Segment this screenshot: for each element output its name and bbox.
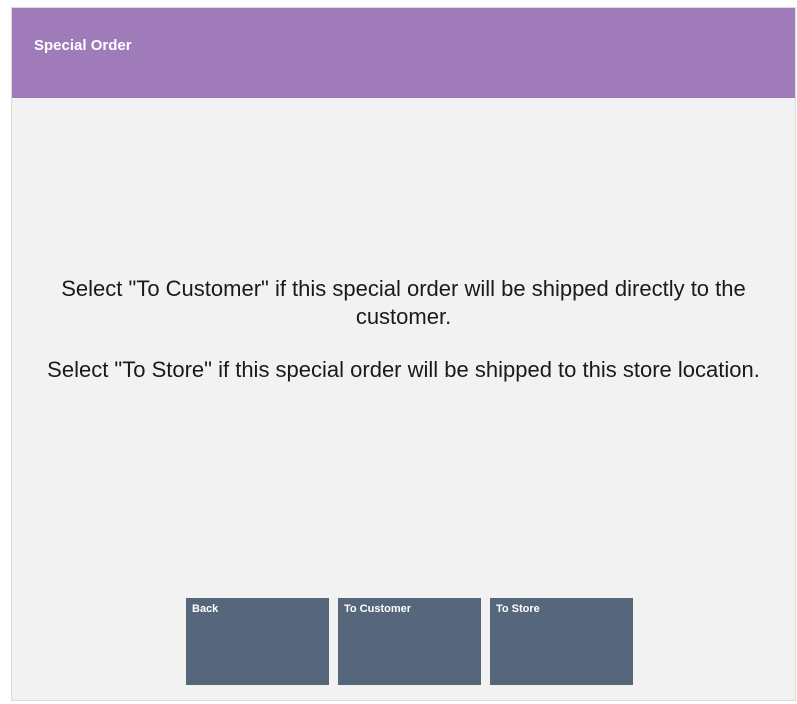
instruction-message: Select "To Customer" if this special ord…: [12, 275, 795, 384]
special-order-screen: Special Order Select "To Customer" if th…: [11, 7, 796, 701]
to-store-button[interactable]: To Store: [490, 598, 633, 685]
back-button[interactable]: Back: [186, 598, 329, 685]
title-bar: Special Order: [12, 8, 795, 98]
to-customer-button[interactable]: To Customer: [338, 598, 481, 685]
instruction-to-customer: Select "To Customer" if this special ord…: [61, 276, 746, 329]
back-button-label: Back: [192, 603, 219, 615]
to-store-button-label: To Store: [496, 603, 540, 615]
to-customer-button-label: To Customer: [344, 603, 412, 615]
instruction-to-store: Select "To Store" if this special order …: [47, 357, 760, 382]
screen-title: Special Order: [34, 37, 132, 54]
